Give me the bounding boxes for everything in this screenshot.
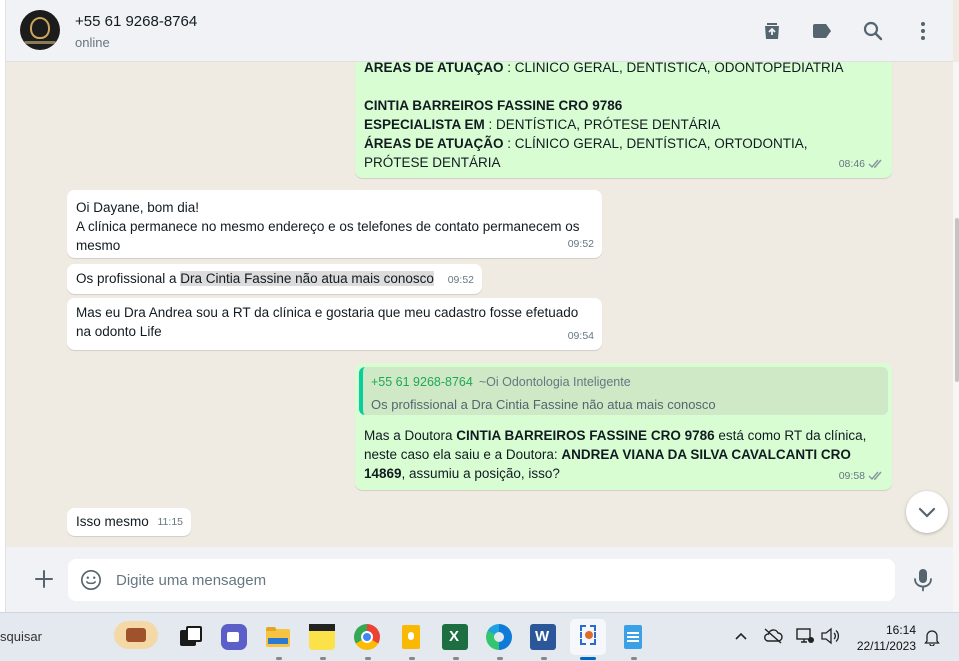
taskbar-search[interactable]: squisar xyxy=(0,629,42,644)
scroll-to-bottom-button[interactable] xyxy=(906,491,948,533)
message-line: CINTIA BARREIROS FASSINE CRO 9786 xyxy=(364,98,623,113)
message-bubble[interactable]: Oi Dayane, bom dia! A clínica permanece … xyxy=(67,190,602,258)
cloud-offline-icon[interactable] xyxy=(763,627,783,645)
message-bubble[interactable]: Isso mesmo 11:15 xyxy=(67,508,191,536)
compose-bar xyxy=(6,547,953,612)
running-indicator xyxy=(365,657,371,660)
video-call-app-icon[interactable] xyxy=(221,624,247,650)
active-indicator xyxy=(580,657,596,660)
message-time: 08:46 xyxy=(839,155,884,174)
edge-icon[interactable] xyxy=(486,624,512,650)
archive-icon[interactable] xyxy=(760,19,784,43)
message-text: Mas a Doutora CINTIA BARREIROS FASSINE C… xyxy=(364,428,867,481)
running-indicator xyxy=(276,657,282,660)
microphone-icon[interactable] xyxy=(912,568,934,592)
notification-bell-icon[interactable] xyxy=(924,628,940,646)
label-icon[interactable] xyxy=(810,19,834,43)
running-indicator xyxy=(409,657,415,660)
chat-header: +55 61 9268-8764 online xyxy=(6,0,953,62)
running-indicator xyxy=(497,657,503,660)
taskbar: squisar X W 16:14 22/11/2023 xyxy=(0,612,959,661)
attach-plus-icon[interactable] xyxy=(32,567,56,591)
logo-text-bar xyxy=(24,41,56,44)
emoji-icon[interactable] xyxy=(80,569,102,591)
selected-text: Dra Cintia Fassine não atua mais conosco xyxy=(180,271,434,286)
clock-date: 22/11/2023 xyxy=(856,639,916,653)
chevron-up-icon[interactable] xyxy=(735,631,747,641)
task-view-icon[interactable] xyxy=(178,624,204,650)
word-icon[interactable]: W xyxy=(530,624,556,650)
chat-area[interactable]: ÁREAS DE ATUAÇÃO : CLÍNICO GERAL, DENTÍS… xyxy=(6,62,953,547)
quote-author: +55 61 9268-8764 xyxy=(371,375,473,389)
snipping-tool-icon[interactable] xyxy=(570,619,606,655)
running-indicator xyxy=(631,657,637,660)
quoted-message[interactable]: +55 61 9268-8764 ~Oi Odontologia Intelige… xyxy=(359,367,888,415)
network-icon[interactable] xyxy=(795,626,815,646)
message-bubble[interactable]: Os profissional a Dra Cintia Fassine não… xyxy=(67,264,482,294)
message-bubble[interactable]: Mas eu Dra Andrea sou a RT da clínica e … xyxy=(67,298,602,350)
system-clock[interactable]: 16:14 22/11/2023 xyxy=(852,622,916,654)
quote-text: Os profissional a Dra Cintia Fassine não… xyxy=(371,397,716,412)
message-text: Oi Dayane, bom dia! A clínica permanece … xyxy=(76,200,580,253)
notepad-icon[interactable] xyxy=(620,624,646,650)
quote-sender: ~Oi Odontologia Inteligente xyxy=(478,375,631,389)
volume-icon[interactable] xyxy=(820,627,840,645)
message-line: ESPECIALISTA EM : DENTÍSTICA, PRÓTESE DE… xyxy=(364,117,721,132)
excel-icon[interactable]: X xyxy=(442,624,468,650)
message-input[interactable] xyxy=(116,559,876,601)
double-check-icon xyxy=(868,159,882,169)
keep-notes-icon[interactable] xyxy=(398,624,424,650)
avatar[interactable] xyxy=(20,10,60,50)
running-indicator xyxy=(320,657,326,660)
message-text: Os profissional a Dra Cintia Fassine não… xyxy=(76,271,434,286)
message-input-wrapper[interactable] xyxy=(68,559,895,601)
running-indicator xyxy=(453,657,459,660)
chrome-icon[interactable] xyxy=(354,624,380,650)
scrollbar-thumb[interactable] xyxy=(955,218,959,382)
logo-ring xyxy=(30,17,50,39)
message-text: Mas eu Dra Andrea sou a RT da clínica e … xyxy=(76,305,579,339)
chevron-down-icon xyxy=(918,507,936,518)
message-line: ÁREAS DE ATUAÇÃO : CLÍNICO GERAL, DENTÍS… xyxy=(364,62,844,75)
message-time: 09:54 xyxy=(567,330,594,342)
clock-time: 16:14 xyxy=(885,623,916,637)
message-bubble[interactable]: ÁREAS DE ATUAÇÃO : CLÍNICO GERAL, DENTÍS… xyxy=(355,62,892,178)
message-time: 09:52 xyxy=(567,238,594,250)
contact-name[interactable]: +55 61 9268-8764 xyxy=(75,13,197,30)
contact-status: online xyxy=(75,35,110,50)
double-check-icon xyxy=(868,471,882,481)
message-time: 09:58 xyxy=(839,467,884,486)
search-icon[interactable] xyxy=(861,19,885,43)
briefcase-app-icon[interactable] xyxy=(114,621,158,649)
message-time: 11:15 xyxy=(157,516,184,528)
message-line: ÁREAS DE ATUAÇÃO : CLÍNICO GERAL, DENTÍS… xyxy=(364,136,808,170)
sticky-notes-icon[interactable] xyxy=(309,624,335,650)
running-indicator xyxy=(541,657,547,660)
message-time: 09:52 xyxy=(447,274,474,286)
message-bubble[interactable]: +55 61 9268-8764 ~Oi Odontologia Intelige… xyxy=(355,363,892,490)
file-explorer-icon[interactable] xyxy=(265,624,291,650)
menu-icon[interactable] xyxy=(911,19,935,43)
